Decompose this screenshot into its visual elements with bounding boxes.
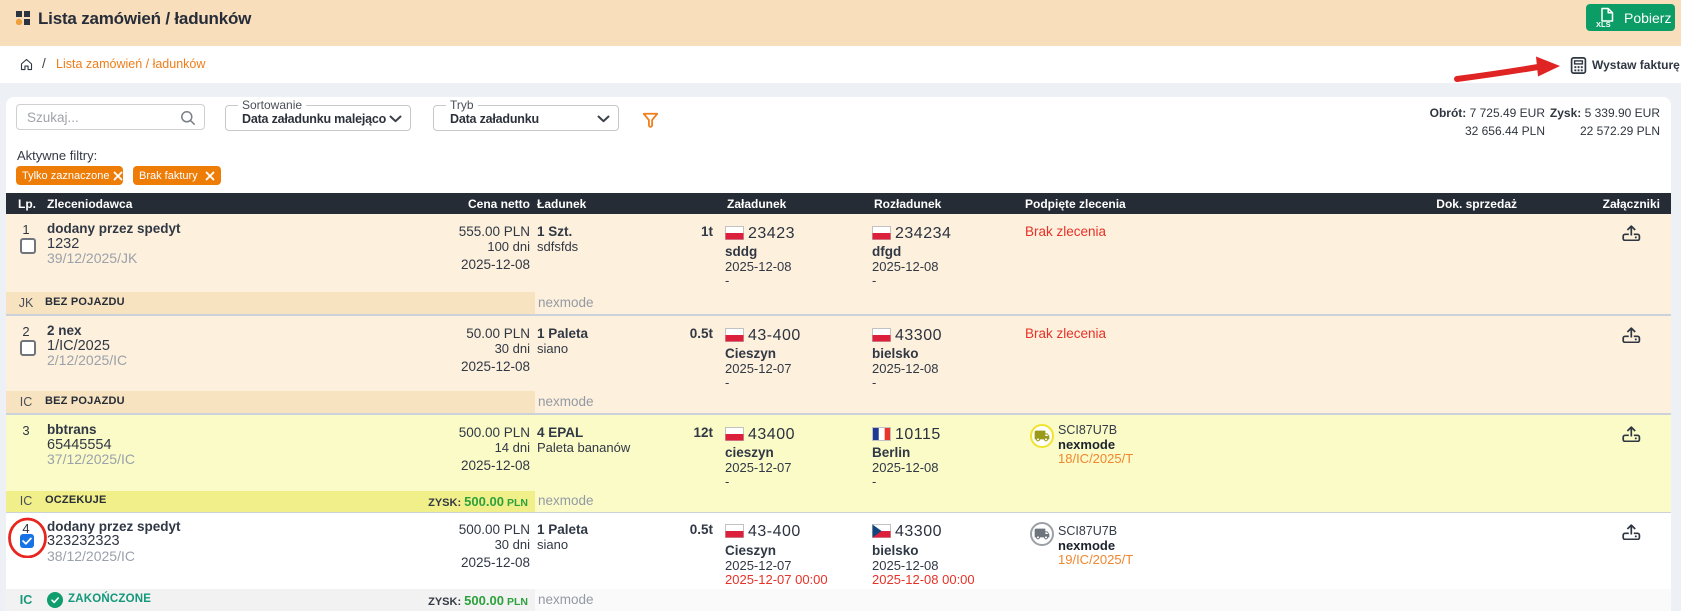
svg-text:XLS: XLS [1596, 20, 1611, 28]
